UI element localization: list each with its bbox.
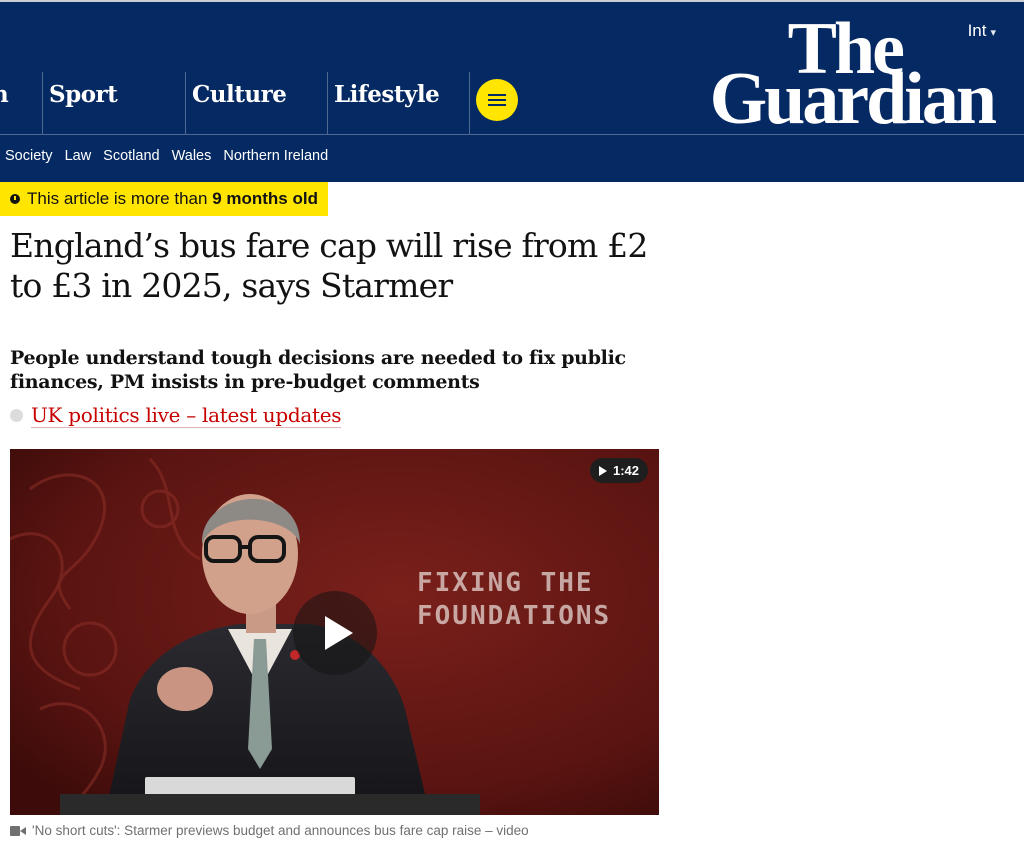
play-icon (598, 465, 607, 476)
video-overlay-text: FIXING THE FOUNDATIONS (417, 567, 611, 633)
article-headline: England’s bus fare cap will rise from £2… (10, 226, 648, 305)
subnav-item-northern-ireland[interactable]: Northern Ireland (223, 148, 328, 164)
pillar-nav: n Sport Culture Lifestyle (0, 72, 640, 134)
live-updates-link-text[interactable]: UK politics live – latest updates (31, 403, 342, 428)
menu-button[interactable] (476, 79, 518, 121)
subnav-item-scotland[interactable]: Scotland (103, 148, 159, 164)
video-caption-text: 'No short cuts': Starmer previews budget… (32, 823, 529, 838)
video-duration: 1:42 (612, 463, 639, 478)
clock-icon (10, 194, 20, 204)
pillar-label: n (0, 81, 42, 108)
site-header: Int ▾ The Guardian n Sport Culture Lifes… (0, 0, 1024, 182)
age-notice-text: This article is more than 9 months old (27, 189, 318, 209)
live-dot-icon (10, 409, 23, 422)
header-divider (0, 134, 1024, 135)
video-player[interactable]: FIXING THE FOUNDATIONS 1:42 (10, 449, 659, 815)
pillar-label: Sport (49, 81, 118, 108)
pillar-news[interactable]: n (0, 72, 42, 134)
video-caption: 'No short cuts': Starmer previews budget… (10, 823, 529, 838)
sub-navigation: Society Law Scotland Wales Northern Irel… (0, 148, 328, 164)
hamburger-menu-icon (488, 94, 506, 106)
age-notice-prefix: This article is more than (27, 189, 213, 208)
subnav-item-wales[interactable]: Wales (172, 148, 212, 164)
age-notice-emphasis: 9 months old (212, 189, 318, 208)
live-updates-link[interactable]: UK politics live – latest updates (10, 403, 342, 428)
subnav-item-society[interactable]: Society (5, 148, 53, 164)
pillar-label: Culture (192, 81, 287, 108)
pillar-sport[interactable]: Sport (42, 72, 185, 134)
play-icon (325, 616, 353, 650)
subnav-item-law[interactable]: Law (65, 148, 92, 164)
logo-line-2: Guardian (709, 58, 997, 140)
pillar-lifestyle[interactable]: Lifestyle (327, 72, 469, 134)
pillar-label: Lifestyle (334, 81, 440, 108)
article-age-notice: This article is more than 9 months old (0, 182, 328, 216)
header-top-border (0, 0, 1024, 2)
guardian-logo[interactable]: The Guardian (654, 12, 997, 136)
pillar-culture[interactable]: Culture (185, 72, 327, 134)
article-standfirst: People understand tough decisions are ne… (10, 347, 626, 393)
play-button[interactable] (293, 591, 377, 675)
overlay-line-2: FOUNDATIONS (417, 601, 612, 631)
overlay-line-1: FIXING THE (417, 568, 594, 598)
video-camera-icon (10, 825, 26, 836)
video-duration-badge: 1:42 (589, 458, 648, 483)
